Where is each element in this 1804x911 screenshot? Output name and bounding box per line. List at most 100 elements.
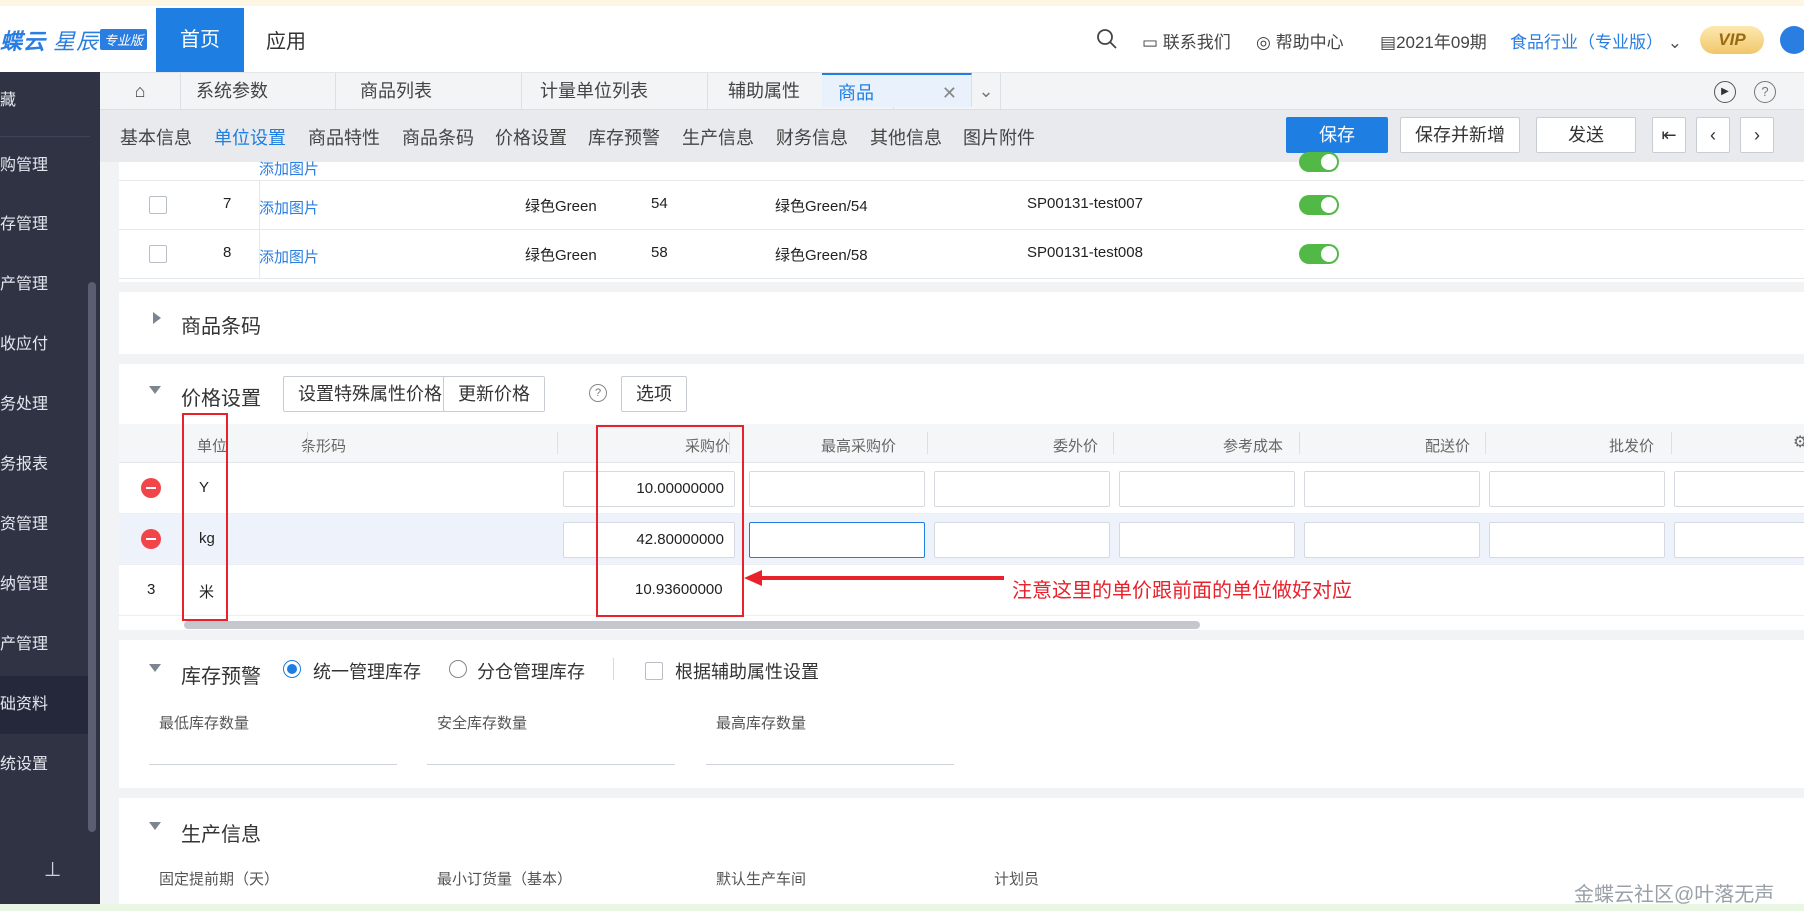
update-price-button[interactable]: 更新价格 — [443, 376, 545, 412]
delivery-price-input[interactable] — [1304, 471, 1480, 507]
max-purchase-price-input-focused[interactable] — [749, 522, 925, 558]
sidebar-item[interactable]: 购管理 — [0, 136, 90, 195]
remove-row-icon[interactable] — [141, 478, 161, 498]
radio-unified-stock[interactable] — [283, 660, 301, 678]
wholesale-price-input[interactable] — [1489, 522, 1665, 558]
subnav-production[interactable]: 生产信息 — [682, 124, 754, 150]
period-selector[interactable]: ▤2021年09期 — [1380, 28, 1487, 53]
sidebar-item[interactable]: 纳管理 — [0, 556, 90, 614]
row-checkbox[interactable] — [149, 245, 167, 263]
bottom-strip — [0, 904, 1804, 911]
safety-stock-input[interactable] — [427, 764, 675, 765]
help-icon[interactable]: ? — [1754, 81, 1776, 103]
barcode-section: 商品条码 — [119, 292, 1804, 354]
subnav-stock[interactable]: 库存预警 — [588, 124, 660, 150]
subnav-basic[interactable]: 基本信息 — [120, 124, 192, 150]
sidebar-scrollbar[interactable] — [88, 282, 96, 832]
sidebar-item[interactable]: 存管理 — [0, 196, 90, 254]
enable-toggle[interactable] — [1299, 152, 1339, 172]
nav-home[interactable]: 首页 — [156, 8, 244, 72]
section-title: 生产信息 — [181, 824, 261, 846]
add-image-link[interactable]: 添加图片 — [259, 161, 319, 178]
send-button[interactable]: 发送 — [1536, 117, 1636, 153]
avatar[interactable] — [1780, 26, 1804, 54]
min-stock-input[interactable] — [149, 764, 397, 765]
settings-gear-icon[interactable]: ⚙ — [1793, 432, 1804, 452]
vip-badge[interactable]: VIP — [1700, 26, 1764, 54]
options-button[interactable]: 选项 — [621, 376, 687, 412]
subnav-price[interactable]: 价格设置 — [495, 124, 567, 150]
sidebar-item[interactable]: 资管理 — [0, 496, 90, 554]
sidebar-item[interactable]: 务处理 — [0, 376, 90, 434]
subnav-unit[interactable]: 单位设置 — [214, 124, 286, 150]
sidebar-item[interactable]: 收应付 — [0, 316, 90, 374]
production-section: 生产信息 固定提前期（天） 最小订货量（基本） 默认生产车间 计划员 — [119, 798, 1804, 911]
remove-row-icon[interactable] — [141, 529, 161, 549]
subnav-attachments[interactable]: 图片附件 — [963, 124, 1035, 150]
table-row: Y 10.00000000 — [119, 463, 1804, 514]
tab-overflow-chevron-icon[interactable]: ⌄ — [972, 73, 1001, 109]
grid-scrollbar[interactable] — [184, 621, 1200, 629]
table-row: 7 添加图片 绿色Green 54 绿色Green/54 SP00131-tes… — [119, 181, 1804, 230]
close-icon[interactable]: ✕ — [942, 75, 957, 111]
subnav-finance[interactable]: 财务信息 — [776, 124, 848, 150]
first-record-icon[interactable]: ⇤ — [1652, 117, 1686, 153]
save-and-new-button[interactable]: 保存并新增 — [1400, 117, 1520, 153]
sidebar-item[interactable]: 产管理 — [0, 256, 90, 314]
contact-us-button[interactable]: ▭ 联系我们 — [1142, 28, 1231, 53]
collapse-caret-icon[interactable] — [149, 386, 161, 394]
enable-toggle[interactable] — [1299, 195, 1339, 215]
radio-split-stock[interactable] — [449, 660, 467, 678]
wholesale-price-input[interactable] — [1489, 471, 1665, 507]
compass-icon: ◎ — [1256, 33, 1271, 52]
sidebar-item[interactable]: 产管理 — [0, 616, 90, 674]
chat-icon: ▭ — [1142, 33, 1159, 52]
add-image-link[interactable]: 添加图片 — [259, 200, 319, 217]
next-record-icon[interactable]: › — [1740, 117, 1774, 153]
extra-price-input[interactable] — [1674, 522, 1804, 558]
price-grid-header: 单位 条形码 采购价 最高采购价 委外价 参考成本 配送价 批发价 ⚙ — [119, 424, 1804, 463]
outsource-price-input[interactable] — [934, 522, 1110, 558]
table-row: kg 42.80000000 — [119, 514, 1804, 565]
nav-app[interactable]: 应用 — [266, 8, 306, 72]
expand-caret-icon[interactable] — [153, 312, 161, 324]
save-button[interactable]: 保存 — [1286, 117, 1388, 153]
outsource-price-input[interactable] — [934, 471, 1110, 507]
collapse-caret-icon[interactable] — [149, 822, 161, 830]
enable-toggle[interactable] — [1299, 244, 1339, 264]
annotation-box-unit — [182, 413, 228, 621]
row-checkbox[interactable] — [149, 196, 167, 214]
subnav-feature[interactable]: 商品特性 — [308, 124, 380, 150]
home-tab-icon[interactable]: ⌂ — [100, 73, 181, 109]
pin-icon[interactable]: ⊥ — [44, 857, 61, 882]
logo: 蝶云 星辰 — [0, 29, 100, 54]
watermark: 金蝶云社区@叶落无声 — [1574, 884, 1775, 906]
delivery-price-input[interactable] — [1304, 522, 1480, 558]
max-purchase-price-input[interactable] — [749, 471, 925, 507]
reference-cost-input[interactable] — [1119, 471, 1295, 507]
collapse-caret-icon[interactable] — [149, 664, 161, 672]
tab-product-list[interactable]: 商品列表 — [336, 73, 522, 109]
set-special-price-button[interactable]: 设置特殊属性价格 — [283, 376, 457, 412]
play-icon[interactable]: ▶ — [1714, 81, 1736, 103]
help-center-button[interactable]: ◎ 帮助中心 — [1256, 28, 1344, 53]
subnav-barcode[interactable]: 商品条码 — [402, 124, 474, 150]
prev-record-icon[interactable]: ‹ — [1696, 117, 1730, 153]
tab-system-params[interactable]: 系统参数 — [180, 73, 336, 109]
industry-selector[interactable]: 食品行业（专业版） ⌄ — [1510, 28, 1682, 53]
tab-product[interactable]: 商品 ✕ — [822, 73, 972, 107]
add-image-link[interactable]: 添加图片 — [259, 249, 319, 266]
sidebar-item-active[interactable]: 础资料 — [0, 676, 90, 734]
max-stock-input[interactable] — [706, 764, 954, 765]
sidebar-item[interactable]: 藏 — [0, 72, 90, 130]
extra-price-input[interactable] — [1674, 471, 1804, 507]
help-icon[interactable]: ? — [589, 384, 607, 402]
search-icon[interactable] — [1096, 28, 1118, 53]
sidebar-item[interactable]: 务报表 — [0, 436, 90, 494]
tab-unit-list[interactable]: 计量单位列表 — [522, 73, 708, 109]
aux-attr-checkbox[interactable] — [645, 662, 663, 680]
subnav-other[interactable]: 其他信息 — [870, 124, 942, 150]
reference-cost-input[interactable] — [1119, 522, 1295, 558]
sidebar-item[interactable]: 统设置 — [0, 736, 90, 794]
annotation-box-price — [596, 425, 744, 617]
